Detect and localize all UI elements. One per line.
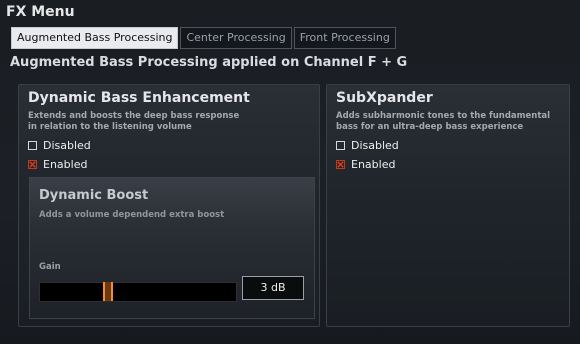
subxpander-disabled-option[interactable]: Disabled [336, 139, 399, 152]
dbe-description-line1: Extends and boosts the deep bass respons… [28, 111, 240, 121]
subxpander-disabled-label: Disabled [351, 139, 399, 152]
gain-value-field[interactable]: 3 dB [242, 276, 304, 300]
gain-slider[interactable] [39, 282, 237, 302]
subxpander-description: Adds subharmonic tones to the fundamenta… [336, 111, 550, 133]
x-mark-icon[interactable] [28, 160, 37, 169]
x-mark-icon[interactable] [336, 160, 345, 169]
subxpander-description-line2: bass for an ultra-deep bass experience [336, 122, 524, 132]
fx-menu-window: FX Menu Augmented Bass Processing Center… [0, 0, 580, 344]
dbe-description-line2: in relation to the listening volume [28, 122, 192, 132]
dbe-enabled-option[interactable]: Enabled [28, 158, 87, 171]
dynamic-boost-description: Adds a volume dependend extra boost [39, 210, 225, 220]
dbe-title: Dynamic Bass Enhancement [28, 90, 250, 106]
tab-augmented-bass-processing[interactable]: Augmented Bass Processing [11, 27, 179, 49]
tab-bar: Augmented Bass Processing Center Process… [11, 27, 398, 49]
dbe-disabled-label: Disabled [43, 139, 91, 152]
gain-slider-thumb[interactable] [103, 282, 113, 301]
dynamic-boost-panel: Dynamic Boost Adds a volume dependend ex… [29, 177, 315, 319]
empty-checkbox-icon[interactable] [336, 141, 345, 150]
fx-menu-title: FX Menu [6, 4, 75, 20]
dynamic-boost-title: Dynamic Boost [39, 188, 149, 203]
section-heading: Augmented Bass Processing applied on Cha… [10, 55, 408, 70]
tab-center-processing[interactable]: Center Processing [180, 27, 292, 49]
subxpander-panel: SubXpander Adds subharmonic tones to the… [326, 84, 570, 327]
dynamic-bass-enhancement-panel: Dynamic Bass Enhancement Extends and boo… [18, 84, 320, 327]
tab-front-processing[interactable]: Front Processing [293, 27, 396, 49]
gain-label: Gain [39, 262, 61, 272]
subxpander-enabled-label: Enabled [351, 158, 396, 171]
subxpander-enabled-option[interactable]: Enabled [336, 158, 395, 171]
subxpander-title: SubXpander [336, 90, 433, 106]
dbe-disabled-option[interactable]: Disabled [28, 139, 91, 152]
dbe-description: Extends and boosts the deep bass respons… [28, 111, 239, 133]
subxpander-description-line1: Adds subharmonic tones to the fundamenta… [336, 111, 551, 121]
empty-checkbox-icon[interactable] [28, 141, 37, 150]
dbe-enabled-label: Enabled [43, 158, 88, 171]
